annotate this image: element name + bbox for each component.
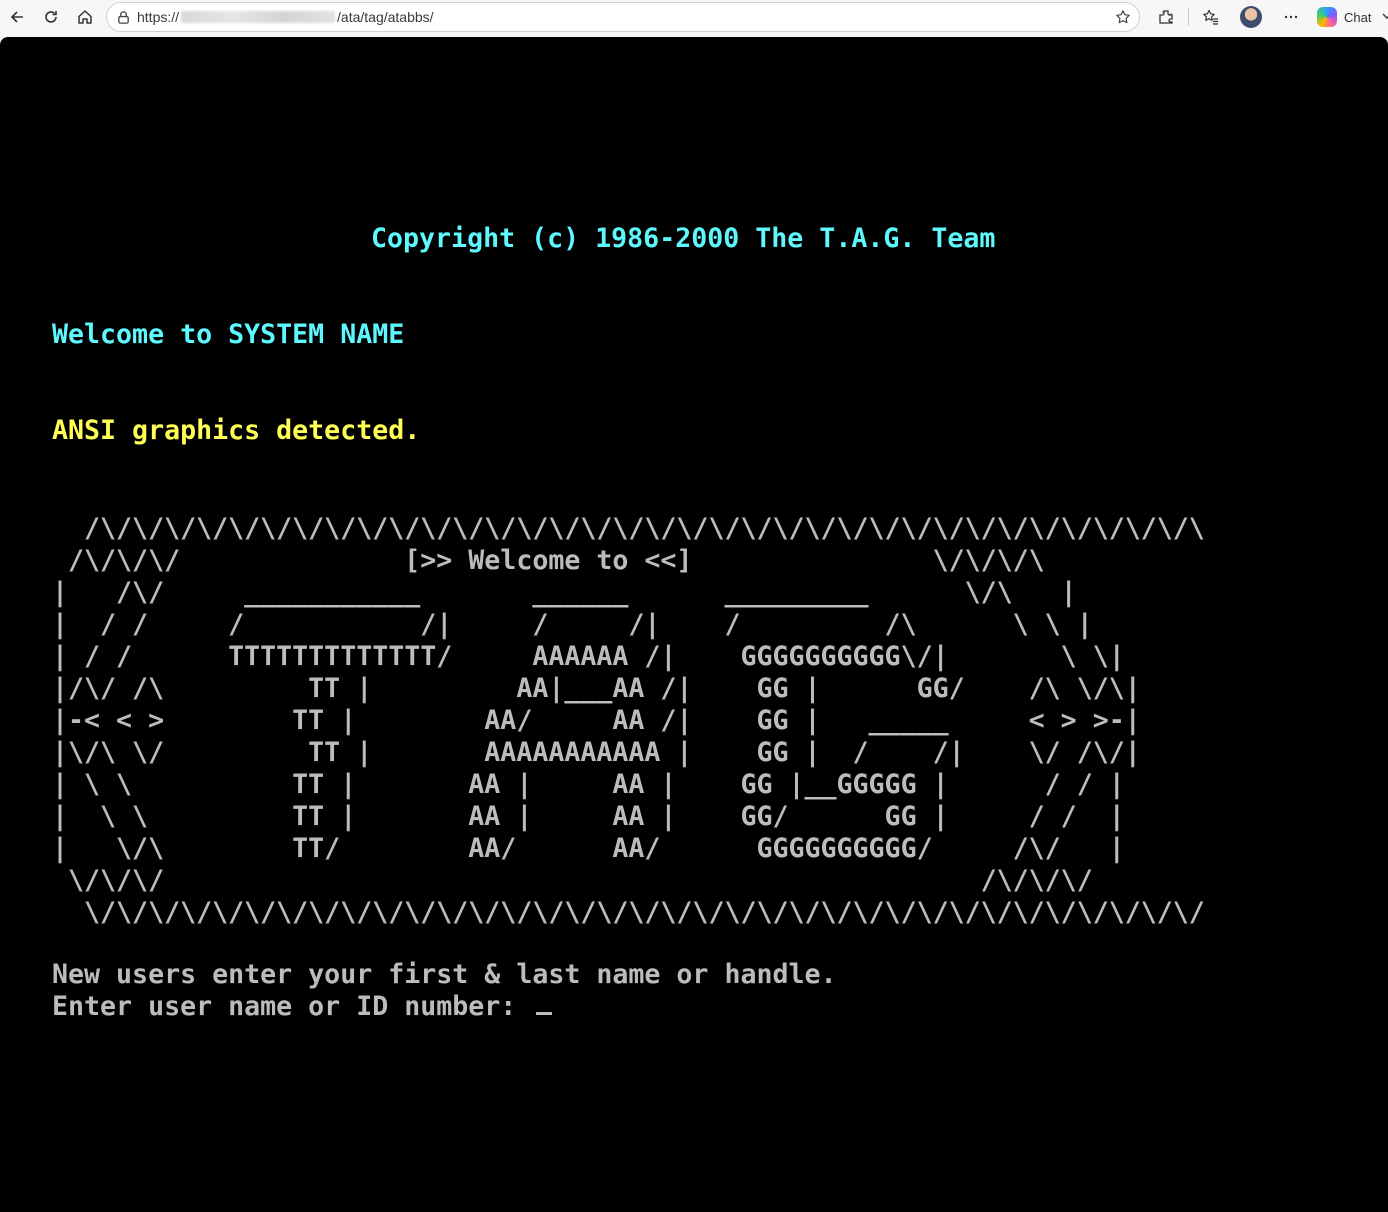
ansi-detected-line: ANSI graphics detected.	[52, 415, 421, 446]
banner-line: | /\/ ___________ ______ _________ \/\ |	[52, 577, 1077, 608]
text-cursor	[536, 1012, 553, 1015]
banner-line: |/\/ /\ TT | AA|___AA /| GG | GG/ /\ \/\…	[52, 673, 1141, 704]
welcome-line: Welcome to SYSTEM NAME	[52, 319, 405, 350]
more-icon[interactable]	[1271, 2, 1311, 32]
chat-label: Chat	[1344, 9, 1372, 25]
banner-line: \/\/\/ /\/\/\/	[52, 865, 1093, 896]
banner-line: | / / / /| / /| / /\ \ \ |	[52, 609, 1093, 640]
terminal-screen[interactable]: Copyright (c) 1986-2000 The T.A.G. Team …	[0, 37, 1388, 1212]
lock-icon[interactable]	[115, 9, 131, 25]
banner-line: |\/\ \/ TT | AAAAAAAAAAA | GG | / /| \/ …	[52, 737, 1141, 768]
login-prompt-line[interactable]: Enter user name or ID number:	[52, 991, 553, 1023]
chevron-down-icon[interactable]	[1381, 10, 1388, 25]
toolbar-separator	[1188, 8, 1189, 26]
banner-line: | \ \ TT | AA | AA | GG |__GGGGG | / / |	[52, 769, 1125, 800]
new-users-prompt: New users enter your first & last name o…	[52, 959, 837, 990]
refresh-icon[interactable]	[34, 2, 68, 32]
banner-line: | / / TTTTTTTTTTTTT/ AAAAAA /| GGGGGGGGG…	[52, 641, 1125, 672]
browser-toolbar: https:// /ata/tag/atabbs/ Chat	[0, 0, 1388, 37]
banner-line: |-< < > TT | AA/ AA /| GG | _____ < > >-…	[52, 705, 1141, 736]
puzzle-icon[interactable]	[1146, 2, 1186, 32]
login-prompt: Enter user name or ID number:	[52, 991, 533, 1022]
copilot-icon	[1317, 7, 1337, 27]
banner-line: /\/\/\/ [>> Welcome to <<] \/\/\/\	[52, 545, 1045, 576]
profile-avatar[interactable]	[1240, 6, 1262, 28]
banner-line: /\/\/\/\/\/\/\/\/\/\/\/\/\/\/\/\/\/\/\/\…	[52, 513, 1205, 544]
back-arrow-icon[interactable]	[0, 2, 34, 32]
tag-ascii-banner: /\/\/\/\/\/\/\/\/\/\/\/\/\/\/\/\/\/\/\/\…	[52, 513, 1205, 929]
star-icon[interactable]	[1115, 9, 1131, 25]
toolbar-right: Chat	[1146, 2, 1388, 32]
banner-line: | \ \ TT | AA | AA | GG/ GG | / / |	[52, 801, 1125, 832]
banner-line: | \/\ TT/ AA/ AA/ GGGGGGGGGG/ /\/ |	[52, 833, 1125, 864]
banner-line: \/\/\/\/\/\/\/\/\/\/\/\/\/\/\/\/\/\/\/\/…	[52, 897, 1205, 928]
home-icon[interactable]	[68, 2, 102, 32]
url-scheme: https://	[137, 9, 180, 25]
address-bar[interactable]: https:// /ata/tag/atabbs/	[106, 2, 1140, 32]
url-path: /ata/tag/atabbs/	[337, 9, 434, 25]
copyright-line: Copyright (c) 1986-2000 The T.A.G. Team	[371, 223, 996, 254]
favorites-icon[interactable]	[1191, 2, 1231, 32]
url-host-redacted	[181, 11, 336, 23]
copilot-chat-button[interactable]: Chat	[1311, 3, 1388, 31]
